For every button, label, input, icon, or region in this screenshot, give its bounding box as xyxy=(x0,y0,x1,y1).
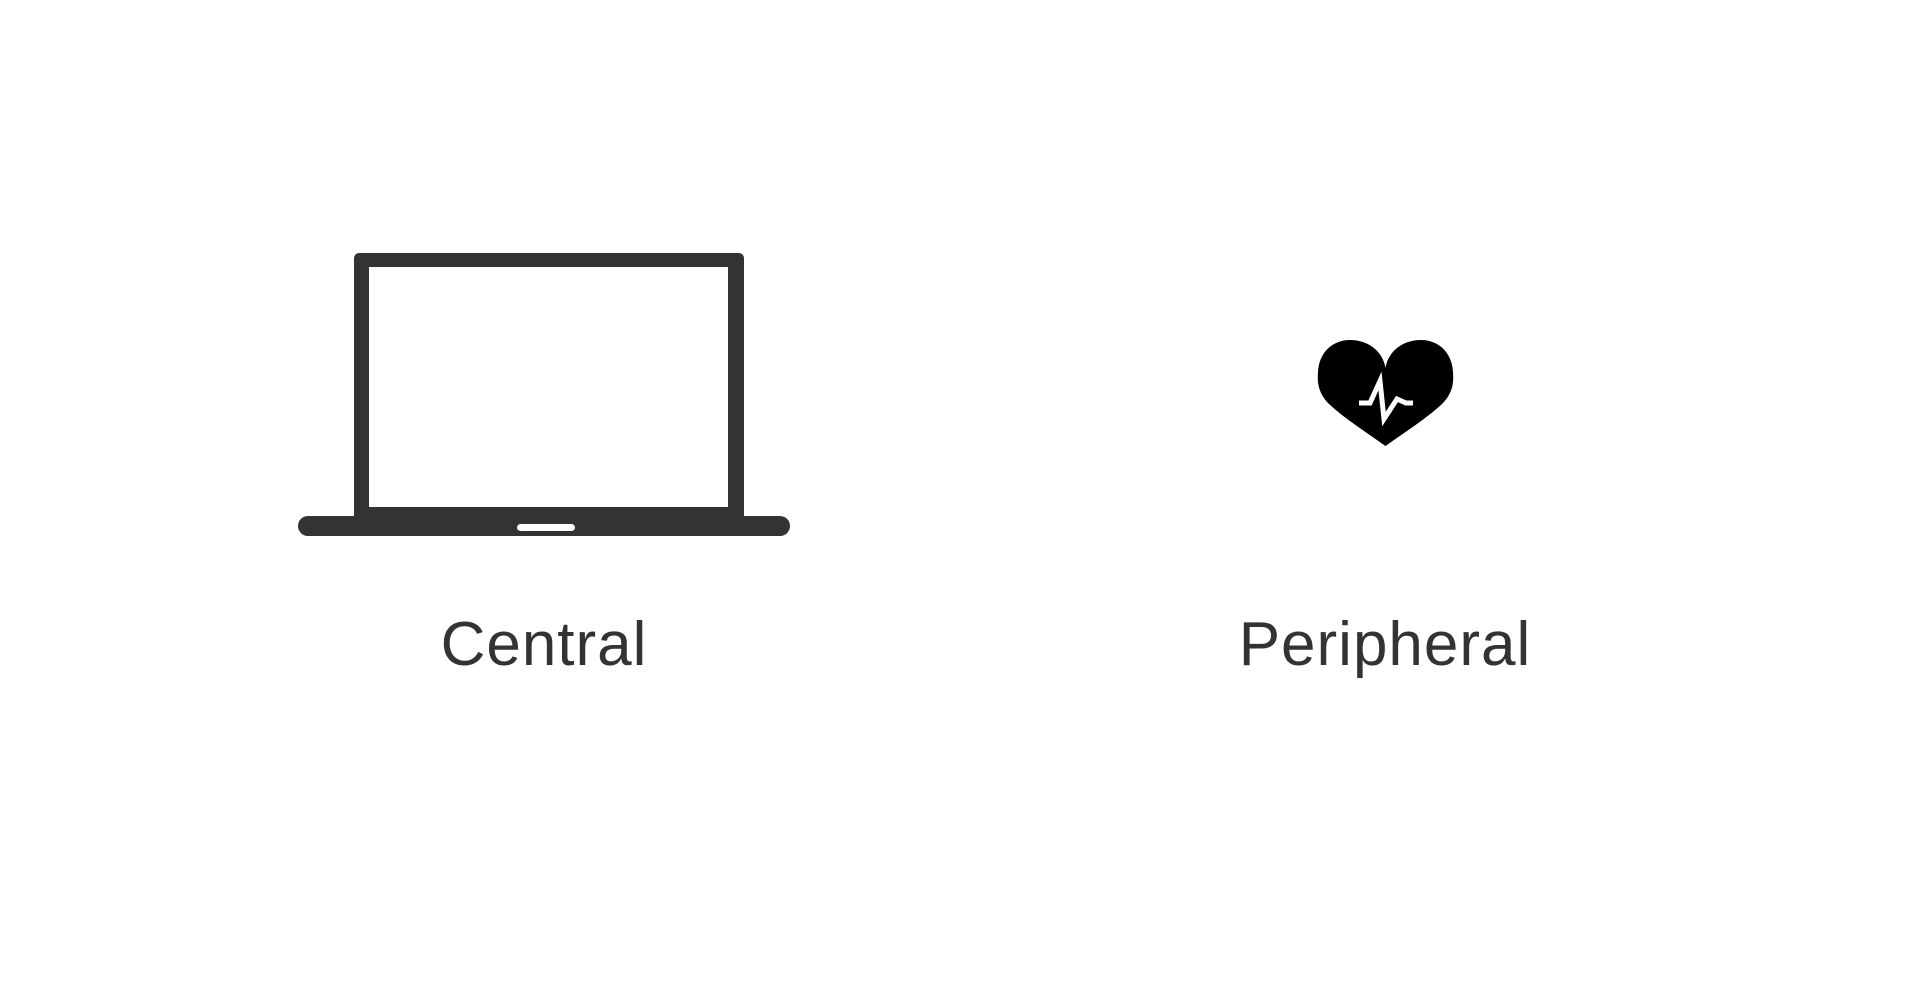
laptop-screen xyxy=(369,267,728,507)
laptop-notch xyxy=(517,524,575,531)
peripheral-label: Peripheral xyxy=(1238,610,1532,679)
heart-rate-icon xyxy=(1317,340,1454,446)
diagram-canvas: Central Peripheral xyxy=(0,0,1920,1005)
central-label: Central xyxy=(440,610,648,679)
laptop-icon xyxy=(298,253,790,536)
heart-shape xyxy=(1317,340,1454,446)
